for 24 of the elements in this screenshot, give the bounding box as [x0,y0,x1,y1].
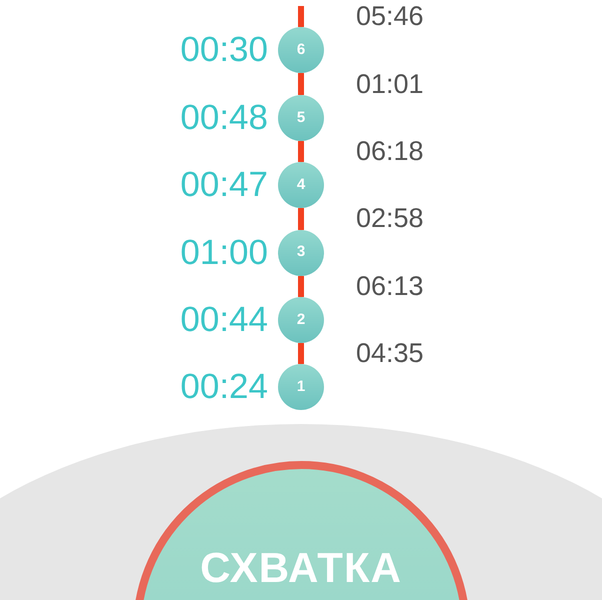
timeline-segment [298,73,304,95]
contraction-number: 6 [278,27,324,74]
duration-time: 00:48 [180,98,268,137]
contraction-number: 5 [278,94,324,141]
duration-time: 00:44 [180,300,268,339]
interval-time: 05:46 [356,1,424,32]
timeline-segment [298,342,304,364]
contraction-number: 4 [278,162,324,208]
interval-time: 06:18 [356,136,424,166]
duration-time: 00:24 [180,367,268,406]
duration-time: 01:00 [180,232,268,272]
duration-time: 00:47 [180,165,268,204]
contraction-number: 2 [278,296,324,343]
interval-time: 01:01 [356,68,424,99]
duration-time: 00:30 [180,30,268,70]
timeline-segment [298,140,304,162]
timeline-segment [298,6,304,28]
contraction-number: 3 [278,230,324,276]
timeline-segment [298,208,304,230]
interval-time: 06:13 [356,270,424,301]
timeline-segment [298,276,304,297]
interval-time: 04:35 [356,338,424,368]
interval-time: 02:58 [356,203,424,234]
contraction-number: 1 [278,364,324,410]
